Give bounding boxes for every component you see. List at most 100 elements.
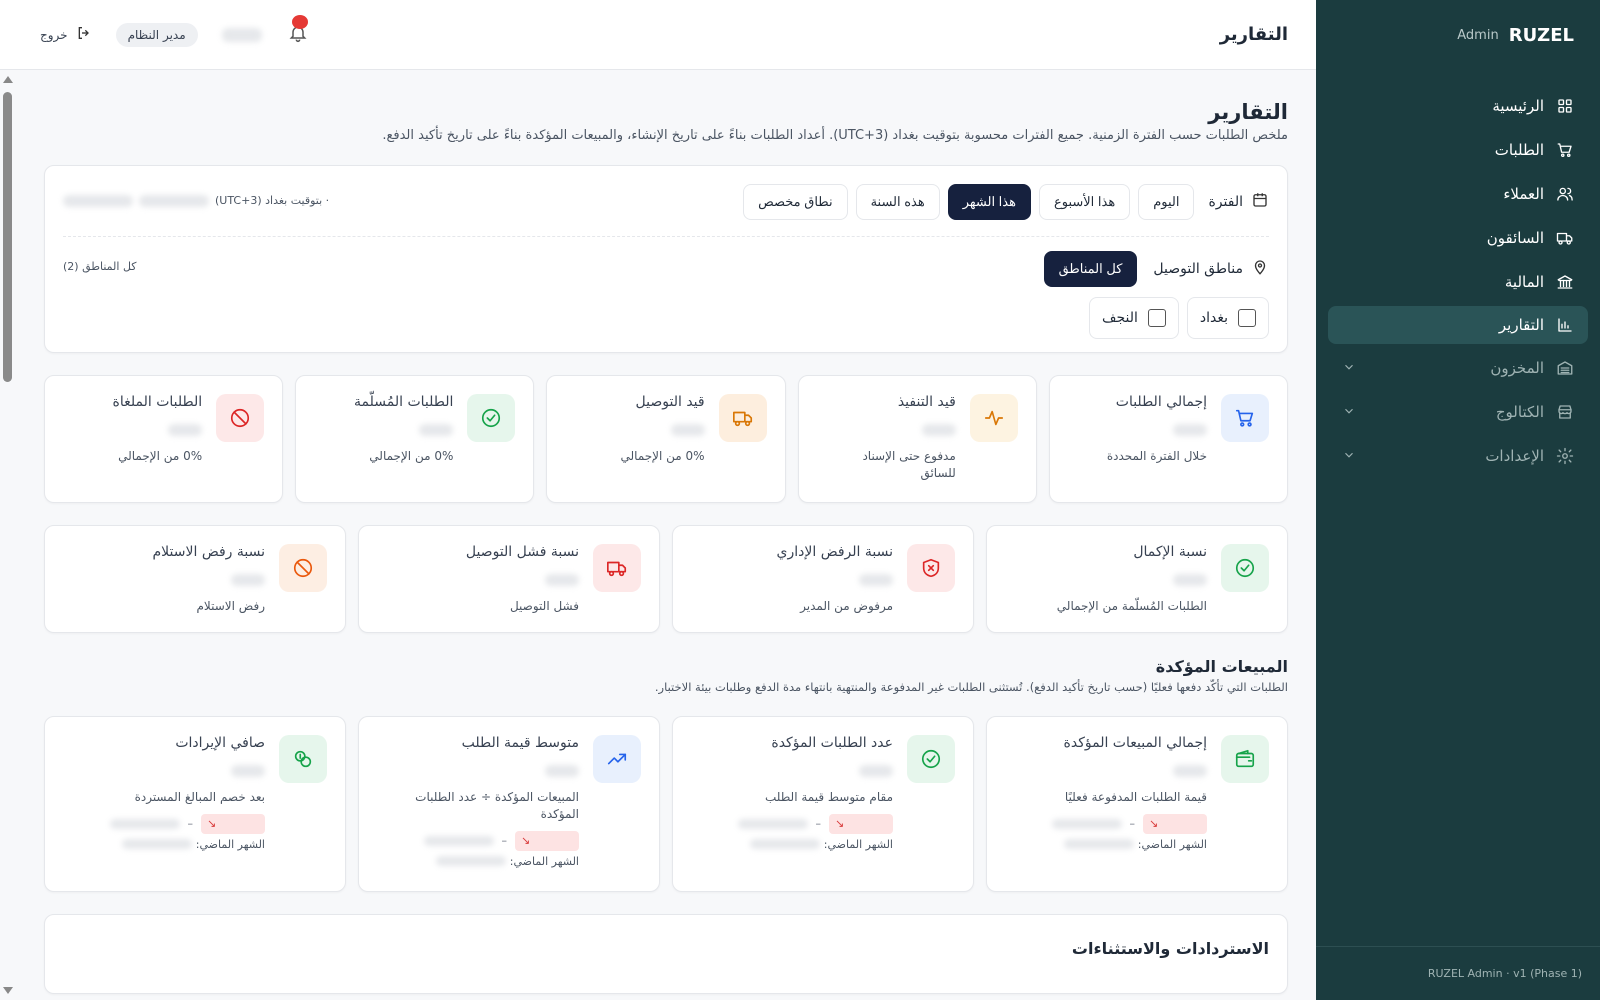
region-option-0[interactable]: بغداد — [1186, 297, 1269, 339]
sidebar-item-label: المالية — [1504, 273, 1544, 291]
stat-body: قيد التنفيذ مدفوع حتى الإسناد للسائق — [846, 394, 956, 482]
logout-label: خروج — [40, 27, 68, 42]
comparison-row: ↘ – — [109, 813, 265, 834]
stat-subtitle: قيمة الطلبات المدفوعة فعليًا — [1064, 790, 1207, 804]
notifications-button[interactable] — [286, 14, 310, 47]
truck-icon — [1556, 229, 1574, 247]
warehouse-icon — [1556, 359, 1574, 377]
arrow-down-right-icon: ↘ — [835, 817, 845, 831]
period-button-0[interactable]: اليوم — [1138, 184, 1195, 220]
stat-label: الطلبات الملغاة — [112, 394, 203, 410]
order-stats-row: إجمالي الطلبات خلال الفترة المحددة قيد الت… — [43, 375, 1288, 503]
stat-subtitle: 0% من الإجمالي — [118, 449, 203, 463]
stat-subtitle: مقام متوسط قيمة الطلب — [764, 790, 893, 804]
period-label: الفترة — [1208, 194, 1243, 210]
chevron-down-icon — [1342, 360, 1356, 377]
stat-body: نسبة فشل التوصيل فشل التوصيل — [466, 544, 579, 615]
sidebar-item-2[interactable]: العملاء — [1328, 174, 1588, 214]
stat-value-redacted — [859, 574, 893, 586]
stat-subtitle: المبيعات المؤكدة ÷ عدد الطلبات المؤكدة — [415, 790, 579, 821]
stat-body: صافي الإيرادات بعد خصم المبالغ المستردة ↘ –… — [109, 735, 265, 851]
arrow-down-right-icon: ↘ — [207, 817, 217, 831]
previous-period-row: الشهر الماضي: — [389, 855, 579, 868]
logout-icon — [76, 25, 92, 44]
period-buttons: اليوم هذا الأسبوع هذا الشهر هذه السنة نطاق م… — [743, 184, 1195, 220]
change-badge: ↘ — [1143, 813, 1207, 834]
user-name-redacted — [221, 27, 262, 42]
regions-count: كل المناطق (2) — [63, 260, 137, 273]
sidebar-item-label: الرئيسية — [1492, 97, 1544, 115]
stat-card: نسبة الإكمال الطلبات المُسلّمة من الإجمال… — [986, 525, 1288, 633]
page-title: التقارير — [1208, 100, 1288, 124]
comparison-row: ↘ – — [389, 830, 579, 851]
sidebar-item-label: المخزون — [1490, 359, 1544, 377]
truck-icon — [718, 394, 767, 442]
date-range-note: · بتوقيت بغداد (UTC+3) — [63, 194, 329, 207]
sidebar-item-8[interactable]: الإعدادات — [1328, 436, 1588, 476]
stat-body: نسبة رفض الاستلام رفض الاستلام — [153, 544, 265, 615]
period-button-2[interactable]: هذا الشهر — [947, 184, 1031, 220]
chevron-down-icon — [1342, 404, 1356, 421]
sales-stats-row: إجمالي المبيعات المؤكدة قيمة الطلبات المد… — [44, 716, 1288, 892]
previous-period-label: الشهر الماضي: — [1137, 837, 1207, 851]
region-checkbox[interactable] — [1147, 309, 1166, 327]
previous-period-row: الشهر الماضي: — [110, 838, 265, 851]
region-checkboxes: بغداد النجف — [63, 297, 1269, 339]
period-button-3[interactable]: هذه السنة — [855, 184, 940, 220]
arrow-down-right-icon: ↘ — [1149, 817, 1159, 831]
stat-card: الطلبات الملغاة 0% من الإجمالي — [43, 375, 284, 503]
comparison-row: ↘ – — [1051, 813, 1207, 834]
region-option-1[interactable]: النجف — [1088, 297, 1179, 339]
stat-body: إجمالي الطلبات خلال الفترة المحددة — [1107, 394, 1207, 465]
previous-period-value-redacted — [435, 856, 506, 867]
sales-section-title: المبيعات المؤكدة — [1155, 657, 1288, 676]
stat-value-redacted — [545, 574, 579, 586]
stat-label: قيد التنفيذ — [897, 394, 956, 410]
previous-period-row: الشهر الماضي: — [1052, 837, 1207, 851]
dash: – — [187, 817, 194, 831]
all-regions-button[interactable]: كل المناطق — [1043, 251, 1138, 287]
period-button-4[interactable]: نطاق مخصص — [743, 184, 848, 220]
sidebar-item-4[interactable]: المالية — [1328, 262, 1588, 302]
previous-period-label: الشهر الماضي: — [823, 837, 893, 851]
stat-subtitle: 0% من الإجمالي — [369, 449, 454, 463]
regions-label-group: مناطق التوصيل — [1153, 258, 1269, 280]
comparison-value-redacted — [1051, 818, 1122, 829]
stat-label: قيد التوصيل — [635, 394, 705, 410]
store-icon — [1556, 403, 1574, 421]
stat-value-redacted — [921, 424, 956, 436]
previous-period-value-redacted — [1063, 839, 1134, 850]
stat-value-redacted — [1173, 424, 1207, 436]
sidebar-item-label: الطلبات — [1494, 141, 1544, 159]
sidebar: Admin RUZEL الرئيسية الطلبات العملاء السائق… — [1316, 0, 1600, 1000]
sidebar-item-1[interactable]: الطلبات — [1328, 130, 1588, 170]
period-button-1[interactable]: هذا الأسبوع — [1038, 184, 1131, 220]
stat-value-redacted — [231, 574, 265, 586]
stat-card: صافي الإيرادات بعد خصم المبالغ المستردة ↘ –… — [44, 716, 346, 892]
previous-period-row: الشهر الماضي: — [738, 837, 893, 851]
sidebar-item-label: السائقون — [1486, 229, 1544, 247]
sidebar-item-label: الإعدادات — [1485, 447, 1544, 465]
stat-card: إجمالي الطلبات خلال الفترة المحددة — [1048, 375, 1288, 503]
period-label-group: الفترة — [1208, 191, 1269, 213]
logout-button[interactable]: خروج — [40, 25, 92, 44]
sidebar-item-7[interactable]: الكتالوج — [1328, 392, 1588, 432]
ban-icon — [216, 394, 265, 442]
sidebar-item-5[interactable]: التقارير — [1328, 306, 1588, 344]
divider — [63, 236, 1269, 237]
sidebar-item-label: العملاء — [1503, 185, 1544, 203]
regions-label: مناطق التوصيل — [1153, 261, 1243, 277]
shield-x-icon — [907, 544, 955, 592]
sidebar-item-3[interactable]: السائقون — [1328, 218, 1588, 258]
sidebar-item-0[interactable]: الرئيسية — [1328, 86, 1588, 126]
topbar-actions: مدير النظام خروج — [40, 14, 310, 47]
dash: – — [1129, 817, 1136, 831]
stat-label: نسبة الإكمال — [1133, 544, 1207, 560]
stat-label: متوسط قيمة الطلب — [461, 735, 579, 751]
sidebar-item-label: الكتالوج — [1495, 403, 1544, 421]
notification-dot — [291, 14, 308, 29]
sidebar-item-6[interactable]: المخزون — [1328, 348, 1588, 388]
map-pin-icon — [1251, 258, 1269, 280]
region-checkbox[interactable] — [1238, 309, 1256, 327]
stat-subtitle: رفض الاستلام — [196, 599, 266, 613]
